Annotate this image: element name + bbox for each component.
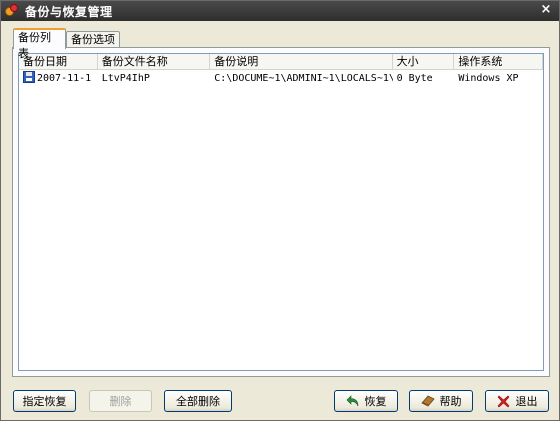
column-header-date[interactable]: 备份日期: [19, 54, 98, 70]
undo-arrow-icon: [346, 394, 360, 408]
delete-all-button[interactable]: 全部删除: [164, 390, 232, 412]
app-icon: [5, 4, 19, 18]
column-header-description[interactable]: 备份说明: [210, 54, 393, 70]
table-row[interactable]: 2007-11-1 LtvP4IhP C:\DOCUME~1\ADMINI~1\…: [19, 70, 543, 87]
list-header: 备份日期 备份文件名称 备份说明 大小 操作系统: [19, 54, 543, 70]
cell-size: 0 Byte: [396, 73, 433, 84]
title-bar[interactable]: 备份与恢复管理 ×: [1, 1, 559, 21]
restore-button[interactable]: 恢复: [334, 390, 398, 412]
exit-button[interactable]: 退出: [485, 390, 549, 412]
cell-description: C:\DOCUME~1\ADMINI~1\LOCALS~1\...: [214, 73, 392, 84]
restore-specified-label: 指定恢复: [22, 395, 67, 408]
eraser-icon: [420, 394, 435, 408]
close-button[interactable]: ×: [539, 3, 553, 17]
restore-label: 恢复: [364, 395, 387, 408]
red-x-icon: [497, 394, 511, 408]
column-header-os[interactable]: 操作系统: [454, 54, 543, 70]
tab-panel-backup-list: 备份日期 备份文件名称 备份说明 大小 操作系统 2007-11-1 LtvP4…: [12, 47, 550, 377]
cell-os: Windows XP: [458, 73, 519, 84]
delete-label: 删除: [109, 395, 132, 408]
window-title: 备份与恢复管理: [25, 4, 113, 19]
help-label: 帮助: [439, 395, 462, 408]
backup-restore-window: 备份与恢复管理 × 备份列表 备份选项 备份日期 备份文件名称 备份说明 大小 …: [0, 0, 560, 421]
column-header-size[interactable]: 大小: [393, 54, 455, 70]
floppy-disk-icon: [23, 71, 35, 83]
column-header-filename[interactable]: 备份文件名称: [98, 54, 211, 70]
help-button[interactable]: 帮助: [409, 390, 473, 412]
delete-button[interactable]: 删除: [89, 390, 152, 412]
delete-all-label: 全部删除: [176, 395, 220, 408]
exit-label: 退出: [515, 395, 538, 408]
cell-date: 2007-11-1: [19, 70, 98, 87]
tab-backup-list[interactable]: 备份列表: [13, 28, 66, 60]
cell-date-text: 2007-11-1: [37, 73, 92, 84]
restore-specified-button[interactable]: 指定恢复: [13, 390, 76, 412]
backup-list-view[interactable]: 备份日期 备份文件名称 备份说明 大小 操作系统 2007-11-1 LtvP4…: [18, 53, 544, 371]
cell-filename: LtvP4IhP: [101, 73, 150, 84]
